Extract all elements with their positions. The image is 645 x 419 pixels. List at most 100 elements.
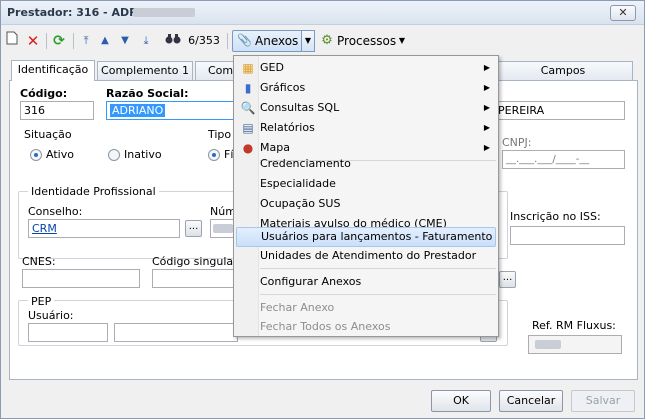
cnpj-label: CNPJ: [502, 136, 532, 149]
codigo-label: Código: [20, 87, 68, 100]
menu-item-configurar-anexos[interactable]: Configurar Anexos [236, 272, 496, 292]
cancelar-button[interactable]: Cancelar [499, 390, 563, 412]
processos-dropdown-arrow[interactable]: ▼ [397, 31, 407, 51]
conselho-field[interactable]: CRM [28, 219, 180, 238]
tab-identificacao[interactable]: Identificação [11, 60, 95, 81]
ged-icon: ▦ [242, 61, 254, 75]
menu-item-ged[interactable]: ▦ GED ▶ [236, 58, 496, 78]
inativo-radio[interactable] [108, 149, 120, 161]
record-counter: 6/353 [188, 34, 220, 47]
toolbar-separator [227, 33, 228, 49]
usuario-label: Usuário: [28, 309, 74, 322]
codigo-singular-label: Código singular: [152, 255, 242, 268]
processos-icon: ⚙ [321, 33, 333, 48]
submenu-arrow-icon: ▶ [483, 83, 490, 92]
menu-item-usuarios-lancamentos[interactable]: Usuários para lançamentos - Faturamento [236, 227, 496, 247]
menu-item-fechar-anexo: Fechar Anexo [236, 298, 496, 318]
toolbar-separator [46, 33, 47, 49]
identidade-profissional-label: Identidade Profissional [28, 185, 159, 198]
menu-item-label: Ocupação SUS [260, 197, 341, 210]
paperclip-icon: 📎 [237, 33, 252, 47]
menu-item-label: Mapa [260, 141, 290, 154]
menu-item-label: Gráficos [260, 81, 306, 94]
ref-rm-fluxus-label: Ref. RM Fluxus: [532, 319, 616, 332]
menu-item-label: Unidades de Atendimento do Prestador [260, 249, 477, 262]
processos-button[interactable]: Processos [337, 31, 396, 51]
anexos-label: Anexos [255, 34, 299, 48]
cnpj-field[interactable]: __.___.___/____-__ [502, 150, 625, 169]
first-record-icon[interactable]: ⤒ [78, 31, 94, 51]
codigo-singular-field[interactable] [152, 269, 234, 288]
submenu-arrow-icon: ▶ [483, 63, 490, 72]
conselho-lookup-button[interactable]: ... [185, 220, 202, 237]
prestador-window: Prestador: 316 - ADRIANO ✕ ✕ ⟳ ⤒ ▲ ▼ ⤓ 6… [0, 0, 645, 419]
menu-item-label: Especialidade [260, 177, 336, 190]
menu-item-label: Credenciamento [260, 157, 351, 170]
conselho-value[interactable]: CRM [32, 222, 57, 235]
cnes-label: CNES: [22, 255, 56, 268]
binoculars-icon[interactable] [164, 31, 182, 51]
redacted-name [133, 8, 195, 17]
ref-rm-fluxus-field[interactable] [528, 335, 622, 354]
menu-item-especialidade[interactable]: Especialidade [236, 174, 496, 194]
tab-complemento-1[interactable]: Complemento 1 [97, 61, 193, 80]
submenu-arrow-icon: ▶ [483, 123, 490, 132]
numero-field[interactable] [210, 219, 234, 238]
menu-item-label: Usuários para lançamentos - Faturamento [261, 230, 493, 243]
menu-item-unidades-atendimento[interactable]: Unidades de Atendimento do Prestador [236, 246, 496, 266]
situacao-label: Situação [24, 128, 72, 141]
menu-separator [260, 294, 496, 295]
menu-item-label: Consultas SQL [260, 101, 340, 114]
razao-social-field[interactable]: ADRIANO [106, 101, 236, 120]
toolbar-separator [73, 33, 74, 49]
redacted-numero [213, 224, 233, 233]
menu-item-ocupacao-sus[interactable]: Ocupação SUS [236, 194, 496, 214]
inativo-label: Inativo [124, 148, 162, 161]
razao-social-label: Razão Social: [106, 87, 189, 100]
menu-item-label: Configurar Anexos [260, 275, 362, 288]
last-record-icon[interactable]: ⤓ [138, 31, 154, 51]
menu-item-label: GED [260, 61, 284, 74]
delete-icon[interactable]: ✕ [25, 31, 41, 51]
menu-item-fechar-todos: Fechar Todos os Anexos [236, 317, 496, 337]
ok-button[interactable]: OK [431, 390, 491, 412]
codigo-field[interactable]: 316 [20, 101, 94, 120]
usuario-code-field[interactable] [28, 323, 108, 342]
salvar-button[interactable]: Salvar [571, 390, 635, 412]
tipo-fisica-radio[interactable] [208, 149, 220, 161]
new-record-icon[interactable] [5, 31, 19, 51]
previous-record-icon[interactable]: ▲ [98, 31, 112, 51]
toolbar: ✕ ⟳ ⤒ ▲ ▼ ⤓ 6/353 📎 Anexos ▼ ⚙ Processos… [1, 27, 644, 55]
report-icon: ▤ [242, 121, 254, 135]
anexos-dropdown-arrow[interactable]: ▼ [301, 30, 315, 52]
ativo-radio[interactable] [30, 149, 42, 161]
refresh-icon[interactable]: ⟳ [51, 31, 67, 51]
menu-separator [260, 268, 496, 269]
menu-item-relatorios[interactable]: ▤ Relatórios ▶ [236, 118, 496, 138]
chart-icon: ▮ [244, 81, 252, 95]
lookup-button[interactable]: ... [499, 271, 516, 288]
inscricao-iss-field[interactable] [510, 226, 625, 245]
menu-item-graficos[interactable]: ▮ Gráficos ▶ [236, 78, 496, 98]
menu-item-label: Relatórios [260, 121, 315, 134]
pep-label: PEP [28, 295, 55, 308]
cnes-field[interactable] [22, 269, 140, 288]
menu-item-credenciamento[interactable]: Credenciamento [236, 154, 496, 174]
ativo-label: Ativo [46, 148, 74, 161]
anexos-menu: ▦ GED ▶ ▮ Gráficos ▶ 🔍 Consultas SQL ▶ ▤… [233, 55, 499, 337]
razao-social-tail-field[interactable]: PEREIRA [494, 101, 625, 120]
menu-item-consultas-sql[interactable]: 🔍 Consultas SQL ▶ [236, 98, 496, 118]
menu-item-label: Fechar Anexo [260, 301, 335, 314]
tab-campos-complementares[interactable]: Campos Complementares [493, 61, 633, 94]
usuario-name-field[interactable] [114, 323, 238, 342]
inscricao-iss-label: Inscrição no ISS: [510, 210, 601, 223]
sql-icon: 🔍 [240, 101, 256, 115]
conselho-label: Conselho: [28, 205, 83, 218]
title-bar: Prestador: 316 - ADRIANO ✕ [1, 1, 644, 25]
razao-social-value: ADRIANO [110, 104, 166, 117]
close-button[interactable]: ✕ [610, 5, 636, 21]
next-record-icon[interactable]: ▼ [118, 31, 132, 51]
redacted-ref [535, 340, 561, 349]
menu-item-label: Fechar Todos os Anexos [260, 320, 391, 333]
submenu-arrow-icon: ▶ [483, 103, 490, 112]
